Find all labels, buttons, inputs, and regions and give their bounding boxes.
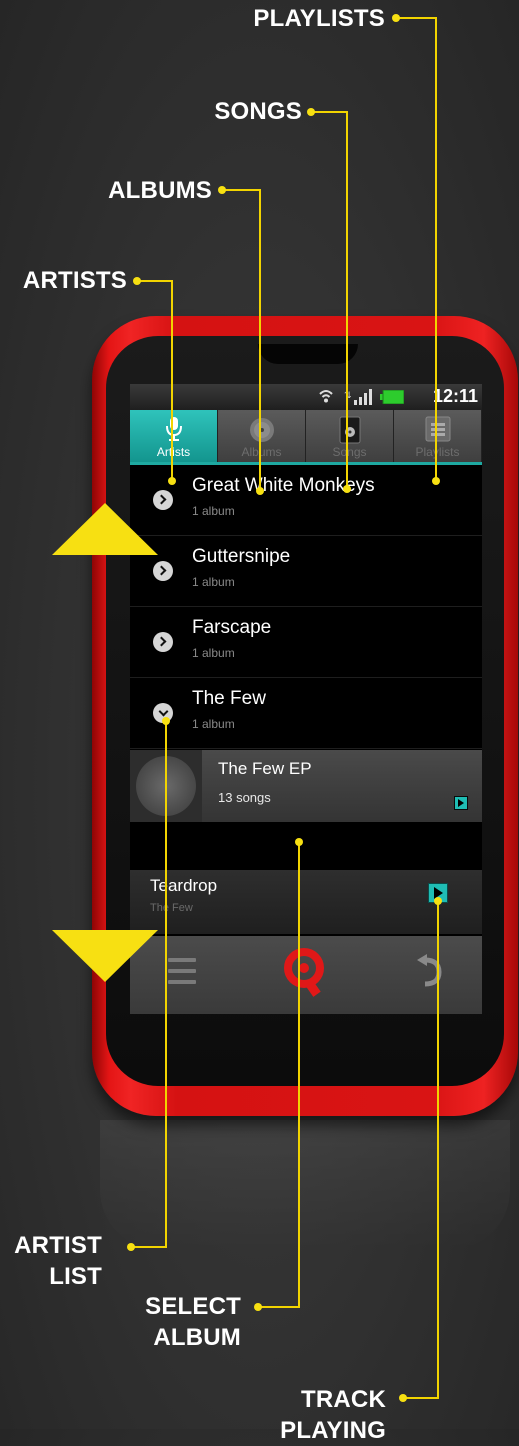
list-item[interactable]: The Few 1 album — [130, 678, 482, 749]
play-icon[interactable] — [428, 883, 448, 903]
album-row[interactable]: The Few EP 13 songs — [130, 750, 482, 822]
status-bar: ⇅ 12:11 — [130, 384, 482, 410]
status-clock: 12:11 — [432, 386, 478, 406]
back-icon[interactable] — [415, 954, 445, 988]
callout-albums: ALBUMS — [108, 177, 212, 204]
tab-label: Playlists — [415, 445, 460, 459]
phone-reflection — [100, 1120, 510, 1250]
album-song-count: 13 songs — [218, 790, 271, 805]
artist-album-count: 1 album — [192, 575, 235, 589]
list-item[interactable]: Farscape 1 album — [130, 607, 482, 678]
tab-label: Songs — [332, 445, 367, 459]
artist-album-count: 1 album — [192, 717, 235, 731]
tab-songs[interactable]: Songs — [306, 410, 394, 462]
now-playing-bar[interactable]: Teardrop The Few — [130, 870, 482, 934]
chevron-right-icon — [153, 632, 173, 652]
artist-name: Farscape — [192, 617, 272, 638]
battery-icon — [380, 390, 404, 404]
playlist-icon — [425, 416, 450, 442]
scroll-up-arrow — [52, 503, 158, 555]
album-art — [130, 750, 202, 822]
app-logo-icon[interactable] — [282, 946, 330, 998]
callout-line: ALBUM — [153, 1324, 241, 1351]
artist-name: Guttersnipe — [192, 546, 291, 567]
disc-icon — [249, 418, 274, 442]
album-title: The Few EP — [218, 759, 312, 778]
chevron-right-icon — [153, 561, 173, 581]
callout-line: LIST — [49, 1263, 102, 1290]
tab-label: Artists — [156, 445, 191, 459]
menu-icon[interactable] — [168, 958, 196, 984]
tab-bar: Artists Albums Songs Playlists — [130, 410, 482, 465]
callout-line: SELECT — [145, 1293, 241, 1320]
signal-icon: ⇅ — [344, 389, 372, 405]
callout-songs: SONGS — [214, 98, 302, 125]
tab-artists[interactable]: Artists — [130, 410, 218, 462]
callout-track-playing: TRACK PLAYING — [272, 1384, 386, 1446]
callout-line: PLAYING — [280, 1417, 386, 1444]
artist-name: Great White Monkeys — [192, 475, 375, 496]
callout-playlists: PLAYLISTS — [253, 5, 385, 32]
scroll-down-arrow — [52, 930, 158, 982]
tab-playlists[interactable]: Playlists — [394, 410, 482, 462]
svg-text:⇅: ⇅ — [344, 390, 352, 400]
play-album-icon[interactable] — [454, 796, 468, 810]
microphone-icon — [165, 417, 182, 441]
chevron-down-icon — [153, 703, 173, 723]
callout-artists: ARTISTS — [22, 267, 127, 294]
artist-name: The Few — [192, 688, 266, 709]
artist-album-count: 1 album — [192, 646, 235, 660]
tab-label: Albums — [241, 445, 282, 459]
bottom-bar — [130, 936, 482, 1014]
track-title: Teardrop — [150, 876, 218, 895]
callout-line: TRACK — [301, 1386, 386, 1413]
list-item[interactable]: Guttersnipe 1 album — [130, 536, 482, 607]
wifi-icon — [319, 390, 333, 403]
artist-album-count: 1 album — [192, 504, 235, 518]
callout-select-album: SELECT ALBUM — [143, 1291, 241, 1353]
music-note-icon — [339, 416, 360, 444]
callout-artist-list: ARTIST LIST — [10, 1230, 102, 1292]
phone-screen: ⇅ 12:11 Artists Albums Songs Playlists G… — [130, 384, 482, 1014]
tab-albums[interactable]: Albums — [218, 410, 306, 462]
artist-list: Great White Monkeys 1 album Guttersnipe … — [130, 465, 482, 749]
list-item[interactable]: Great White Monkeys 1 album — [130, 465, 482, 536]
track-artist: The Few — [150, 902, 193, 914]
callout-line: ARTIST — [14, 1232, 102, 1259]
earpiece-speaker — [258, 344, 358, 364]
